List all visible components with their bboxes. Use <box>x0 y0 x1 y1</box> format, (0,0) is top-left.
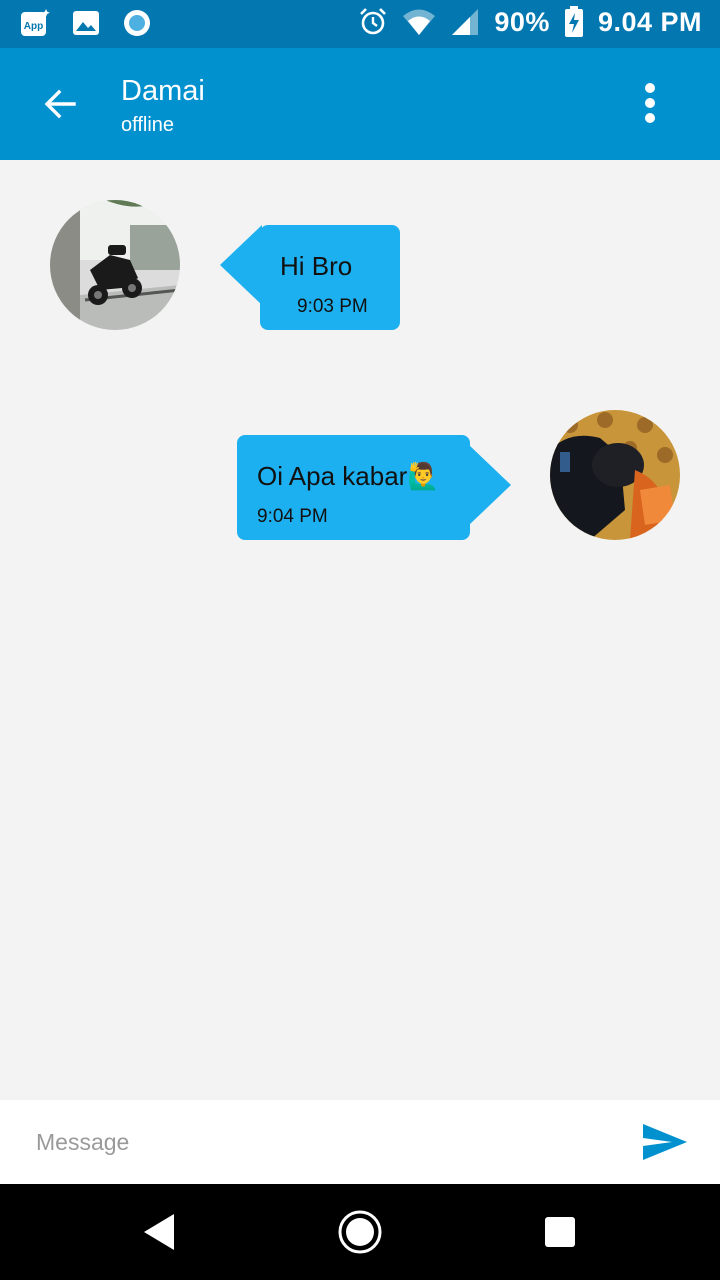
send-icon <box>643 1124 687 1160</box>
svg-text:App: App <box>24 21 43 32</box>
back-button[interactable] <box>30 74 90 134</box>
nav-back-button[interactable] <box>130 1202 190 1262</box>
incoming-message[interactable]: Hi Bro 9:03 PM <box>260 225 400 330</box>
avatar-photo-motorbike <box>50 200 180 330</box>
message-time: 9:03 PM <box>297 296 368 317</box>
message-text: Hi Bro <box>280 251 353 281</box>
user-avatar[interactable] <box>550 410 680 540</box>
arrow-left-icon <box>44 89 76 119</box>
send-button[interactable] <box>640 1120 690 1164</box>
incoming-bubble-tail <box>220 225 262 305</box>
system-nav-bar <box>0 1184 720 1280</box>
wifi-icon <box>402 7 436 37</box>
contact-status: offline <box>121 114 175 136</box>
contact-name: Damai <box>121 75 205 107</box>
message-input[interactable] <box>36 1120 596 1164</box>
message-text: Oi Apa kabar🙋‍♂️ <box>257 461 440 491</box>
outgoing-bubble-tail <box>469 445 511 525</box>
compose-bar <box>0 1100 720 1184</box>
triangle-back-icon <box>144 1214 174 1250</box>
message-time: 9:04 PM <box>257 506 328 527</box>
image-icon <box>72 9 100 37</box>
circle-home-icon <box>338 1210 382 1254</box>
nav-recents-button[interactable] <box>530 1202 590 1262</box>
app-bar: Damai offline <box>0 48 720 160</box>
status-bar: App 90% 9.04 PM <box>0 0 720 48</box>
contact-avatar[interactable] <box>50 200 180 330</box>
square-recents-icon <box>545 1217 575 1247</box>
signal-icon <box>450 7 480 37</box>
circle-icon <box>122 8 152 38</box>
message-list[interactable]: Hi Bro 9:03 PM Oi Apa kabar🙋‍♂️ 9:04 PM <box>0 160 720 1100</box>
outgoing-message[interactable]: Oi Apa kabar🙋‍♂️ 9:04 PM <box>237 435 470 540</box>
alarm-icon <box>358 7 388 37</box>
app-icon: App <box>20 8 50 38</box>
notification-icons: App <box>20 8 152 38</box>
battery-percent: 90% <box>494 6 550 37</box>
avatar-photo-person <box>550 410 680 540</box>
nav-home-button[interactable] <box>330 1202 390 1262</box>
system-status: 90% 9.04 PM <box>358 6 702 38</box>
overflow-menu-button[interactable] <box>620 78 680 128</box>
clock: 9.04 PM <box>597 6 702 37</box>
battery-charging-icon <box>564 6 584 38</box>
more-vert-icon <box>645 83 655 123</box>
